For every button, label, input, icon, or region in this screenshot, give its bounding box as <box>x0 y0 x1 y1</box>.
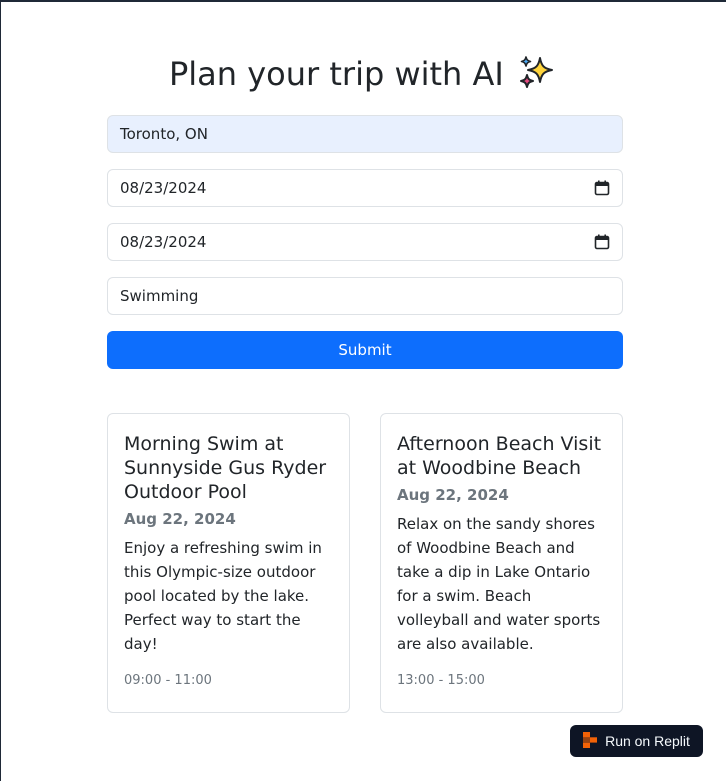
replit-label: Run on Replit <box>605 733 690 749</box>
start-date-value: 08/23/2024 <box>120 179 207 197</box>
activity-input[interactable]: Swimming <box>107 277 623 315</box>
page-title-text: Plan your trip with AI <box>168 55 504 93</box>
start-date-input[interactable]: 08/23/2024 <box>107 169 623 207</box>
location-input[interactable]: Toronto, ON <box>107 115 623 153</box>
card-time: 13:00 - 15:00 <box>397 673 485 688</box>
card-title: Afternoon Beach Visit at Woodbine Beach <box>397 433 602 479</box>
card-date: Aug 22, 2024 <box>397 486 509 504</box>
calendar-icon[interactable] <box>594 180 610 196</box>
card-date: Aug 22, 2024 <box>124 510 236 528</box>
result-card: Afternoon Beach Visit at Woodbine Beach … <box>380 413 623 713</box>
replit-logo-icon <box>583 731 598 751</box>
card-time: 09:00 - 11:00 <box>124 673 212 688</box>
result-card: Morning Swim at Sunnyside Gus Ryder Outd… <box>107 413 350 713</box>
end-date-value: 08/23/2024 <box>120 233 207 251</box>
submit-button[interactable]: Submit <box>107 331 623 369</box>
card-description: Relax on the sandy shores of Woodbine Be… <box>397 515 601 653</box>
activity-value: Swimming <box>120 287 199 305</box>
sparkles-icon <box>518 56 558 103</box>
run-on-replit-button[interactable]: Run on Replit <box>570 725 703 757</box>
page-title: Plan your trip with AI <box>1 52 726 103</box>
location-value: Toronto, ON <box>120 125 208 143</box>
card-description: Enjoy a refreshing swim in this Olympic-… <box>124 539 322 653</box>
end-date-input[interactable]: 08/23/2024 <box>107 223 623 261</box>
card-title: Morning Swim at Sunnyside Gus Ryder Outd… <box>124 433 327 503</box>
calendar-icon[interactable] <box>594 234 610 250</box>
